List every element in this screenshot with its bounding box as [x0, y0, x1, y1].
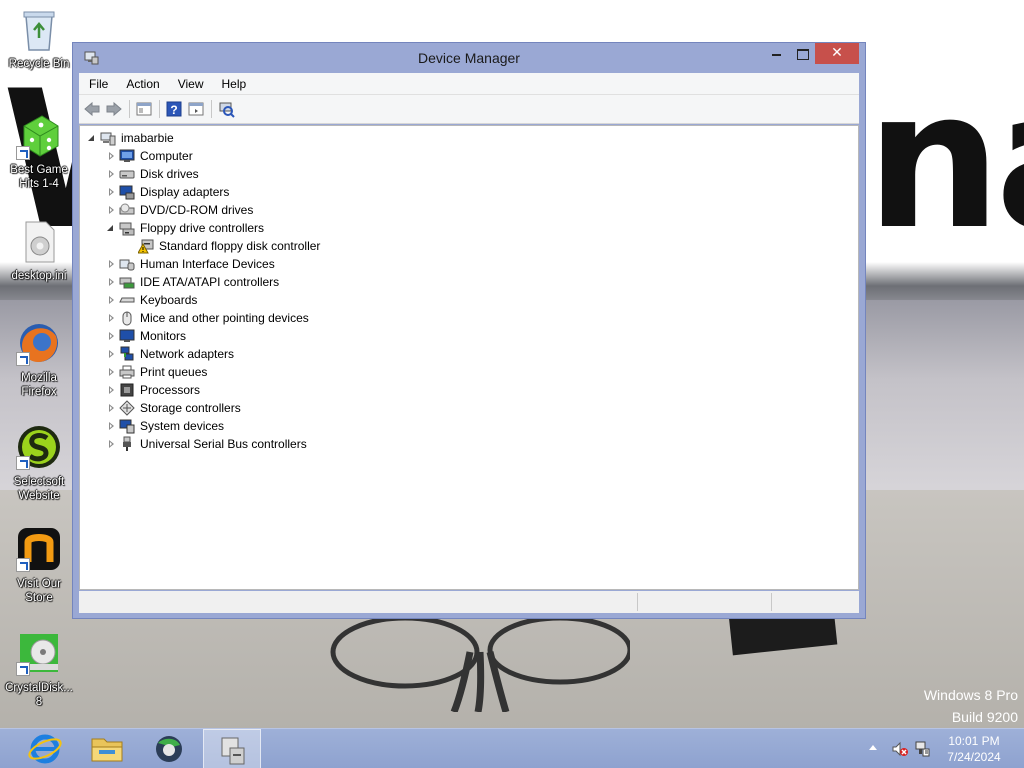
shortcut-arrow-icon: [16, 456, 30, 470]
status-bar: [79, 591, 859, 613]
floppy-controller-icon: [119, 222, 135, 236]
help-icon[interactable]: ?: [165, 100, 183, 118]
browser-icon: [156, 736, 182, 762]
forward-arrow-icon[interactable]: [105, 100, 123, 118]
toolbar: ?: [79, 95, 859, 124]
shortcut-arrow-icon: [16, 662, 30, 676]
desktop-icon-visit-our-store[interactable]: Visit Our Store: [4, 526, 74, 605]
clock-time: 10:01 PM: [948, 734, 1000, 748]
clock-date: 7/24/2024: [947, 750, 1001, 764]
close-button[interactable]: ✕: [815, 43, 859, 64]
windows-watermark: Windows 8 Pro Build 9200: [923, 687, 1018, 725]
disk-drive-icon: [119, 170, 135, 179]
ide-controller-icon: [119, 277, 135, 289]
menu-view[interactable]: View: [168, 73, 212, 95]
expand-toggle[interactable]: [105, 255, 117, 273]
taskbar: 10:01 PM 7/24/2024: [0, 728, 1024, 768]
title-bar[interactable]: Device Manager ✕: [73, 43, 865, 73]
desktop-icon-mozilla-firefox[interactable]: Mozilla Firefox: [4, 320, 74, 399]
menu-bar: File Action View Help: [79, 73, 859, 95]
expand-toggle[interactable]: [105, 219, 117, 237]
printer-icon: [119, 365, 135, 379]
desktop-icon-selectsoft-website[interactable]: Selectsoft Website: [4, 424, 74, 503]
expand-toggle[interactable]: [105, 165, 117, 183]
device-tree[interactable]: imabarbie Computer Disk drives Display a…: [79, 125, 859, 590]
menu-action[interactable]: Action: [116, 73, 167, 95]
warning-device-icon: [138, 239, 154, 254]
expand-toggle[interactable]: [86, 129, 98, 147]
volume-muted-icon[interactable]: [892, 741, 908, 757]
back-arrow-icon[interactable]: [83, 100, 101, 118]
shortcut-arrow-icon: [16, 558, 30, 572]
window-title: Device Manager: [418, 50, 520, 66]
monitor-icon: [119, 329, 135, 342]
tree-root-label: imabarbie: [121, 131, 174, 145]
expand-toggle[interactable]: [105, 309, 117, 327]
menu-help[interactable]: Help: [212, 73, 255, 95]
close-icon: ✕: [831, 45, 843, 61]
menu-file[interactable]: File: [79, 73, 116, 95]
expand-toggle[interactable]: [105, 435, 117, 453]
shortcut-arrow-icon: [16, 146, 30, 160]
storage-controller-icon: [119, 400, 135, 416]
expand-toggle[interactable]: [105, 273, 117, 291]
taskbar-file-explorer[interactable]: [78, 729, 136, 768]
recycle-bin-icon: [23, 11, 55, 51]
device-manager-window[interactable]: Device Manager ✕ FileActionViewHelp ?: [72, 42, 866, 619]
shortcut-arrow-icon: [16, 352, 30, 366]
settings-file-icon: [25, 221, 55, 263]
expand-toggle[interactable]: [105, 291, 117, 309]
expand-toggle[interactable]: [105, 381, 117, 399]
minimize-button[interactable]: [763, 43, 789, 64]
desktop-icon-desktop-ini[interactable]: desktop.ini: [4, 218, 74, 283]
taskbar-device-manager[interactable]: [203, 729, 261, 768]
mouse-icon: [122, 311, 132, 326]
hid-icon: [119, 259, 135, 271]
display-adapter-icon: [119, 185, 135, 200]
expand-toggle[interactable]: [105, 363, 117, 381]
device-manager-icon: [221, 737, 245, 765]
expand-toggle[interactable]: [105, 201, 117, 219]
expand-toggle[interactable]: [105, 399, 117, 417]
expand-toggle[interactable]: [105, 327, 117, 345]
taskbar-internet-explorer[interactable]: [16, 729, 74, 768]
maximize-button[interactable]: [789, 43, 815, 64]
usb-icon: [123, 436, 131, 451]
network-adapter-icon: [120, 346, 134, 361]
keyboard-icon: [119, 297, 135, 303]
network-flag-icon[interactable]: [914, 741, 930, 757]
expand-toggle[interactable]: [105, 183, 117, 201]
processor-icon: [120, 383, 134, 397]
glasses-decoration: [330, 615, 630, 712]
show-hidden-icons-chevron[interactable]: [869, 745, 877, 750]
wallpaper-text-right: na?: [866, 50, 1024, 271]
dvd-drive-icon: [119, 203, 135, 215]
desktop-icon-recycle-bin[interactable]: Recycle Bin: [4, 6, 74, 71]
system-clock[interactable]: 10:01 PM 7/24/2024: [938, 733, 1010, 765]
expand-toggle[interactable]: [105, 345, 117, 363]
expand-toggle[interactable]: [105, 417, 117, 435]
expand-toggle[interactable]: [105, 147, 117, 165]
desktop-icon-best-game-hits[interactable]: Best Game Hits 1-4: [4, 112, 74, 191]
computer-icon: [119, 149, 135, 162]
system-device-icon: [119, 419, 135, 434]
internet-explorer-icon: [28, 734, 62, 764]
taskbar-browser[interactable]: [140, 729, 198, 768]
console-tree-icon[interactable]: [135, 100, 153, 118]
svg-text:?: ?: [170, 103, 177, 117]
desktop-icon-crystaldisk[interactable]: CrystalDisk... 8: [4, 630, 74, 709]
scan-hardware-icon[interactable]: [217, 100, 235, 118]
properties-icon[interactable]: [187, 100, 205, 118]
computer-root-icon: [100, 132, 116, 146]
file-explorer-icon: [91, 738, 123, 762]
